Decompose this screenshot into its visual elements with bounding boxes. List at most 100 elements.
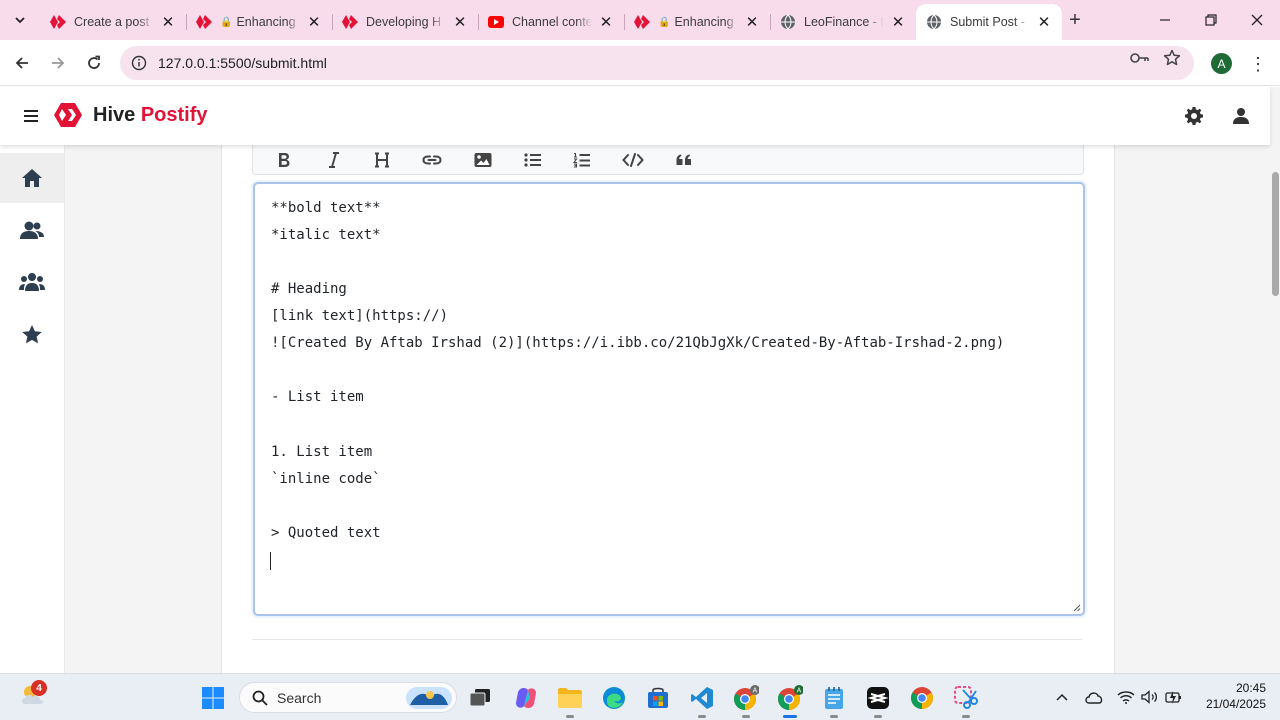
hive-logo-icon: [54, 103, 82, 127]
browser-tab[interactable]: Create a post ✕: [40, 4, 186, 40]
bold-button[interactable]: [269, 145, 299, 175]
link-button[interactable]: [417, 145, 447, 175]
numbered-list-button[interactable]: [567, 145, 597, 175]
snipping-tool-icon: [954, 686, 978, 709]
close-icon[interactable]: ✕: [1036, 14, 1052, 31]
battery-button[interactable]: [1164, 687, 1184, 707]
url-text: 127.0.0.1:5500/submit.html: [158, 55, 327, 71]
taskbar-app-copilot[interactable]: [511, 683, 541, 713]
quote-icon: [676, 154, 691, 165]
windows-logo-icon: [202, 687, 224, 709]
network-button[interactable]: [1116, 687, 1136, 707]
password-key-icon[interactable]: [1130, 48, 1150, 68]
capcut-icon: [867, 687, 889, 709]
browser-tab[interactable]: 🔒 Enhancing ✕: [624, 4, 770, 40]
profile-avatar[interactable]: A: [1211, 53, 1232, 74]
app-header: Hive Postify: [0, 87, 1270, 145]
hive-icon: [50, 14, 66, 30]
tab-title: LeoFinance - I: [804, 15, 884, 29]
close-icon[interactable]: ✕: [598, 14, 614, 31]
taskbar-app-chrome-profile[interactable]: A: [731, 683, 761, 718]
taskbar-app-capcut[interactable]: [863, 683, 893, 718]
bulleted-list-button[interactable]: [518, 145, 548, 175]
taskbar-app-chrome-active[interactable]: A: [775, 683, 805, 718]
close-icon[interactable]: ✕: [452, 14, 468, 31]
resize-handle-icon[interactable]: [1073, 604, 1081, 612]
taskbar-app-notepad[interactable]: [819, 683, 849, 718]
tab-search-button[interactable]: [8, 8, 32, 32]
site-info-icon[interactable]: [122, 55, 156, 71]
chrome-icon: A: [734, 685, 759, 710]
start-button[interactable]: [198, 683, 228, 713]
taskbar-app-store[interactable]: [643, 683, 673, 713]
nav-friends[interactable]: [0, 205, 64, 255]
nav-communities[interactable]: [0, 257, 64, 307]
system-clock[interactable]: 20:45 21/04/2025: [1196, 680, 1266, 712]
restore-button[interactable]: [1188, 0, 1234, 40]
close-icon[interactable]: ✕: [890, 14, 906, 31]
taskbar-app-chrome[interactable]: [907, 683, 937, 713]
close-icon[interactable]: ✕: [160, 14, 176, 31]
notification-badge: 4: [31, 680, 47, 696]
user-account-button[interactable]: [1229, 104, 1253, 128]
browser-tab-active[interactable]: Submit Post - ✕: [916, 4, 1062, 40]
taskbar-app-vscode[interactable]: [687, 683, 717, 718]
editor-line: # Heading: [271, 281, 347, 297]
hive-icon: [196, 14, 212, 30]
nav-favorites[interactable]: [0, 309, 64, 359]
taskbar-app-task-view[interactable]: [465, 683, 495, 713]
vscode-icon: [691, 687, 713, 709]
tab-title: Enhancing: [674, 15, 734, 29]
star-icon[interactable]: [1162, 48, 1182, 68]
show-hidden-icons-button[interactable]: [1052, 687, 1072, 707]
close-window-button[interactable]: [1234, 0, 1280, 40]
menu-toggle-button[interactable]: [20, 105, 42, 127]
more-menu-icon[interactable]: ⋮: [1246, 52, 1270, 76]
search-highlight-icon: [406, 687, 452, 709]
editor-line: `inline code`: [271, 471, 381, 487]
home-icon: [22, 169, 42, 187]
task-view-icon: [469, 689, 490, 707]
address-bar[interactable]: 127.0.0.1:5500/submit.html: [120, 46, 1194, 80]
page-scrollbar-thumb[interactable]: [1272, 172, 1279, 296]
battery-charging-icon: [1165, 691, 1181, 704]
editor-line: ![Created By Aftab Irshad (2)](https://i…: [271, 335, 1005, 351]
app-logo[interactable]: Hive Postify: [53, 102, 208, 128]
hive-icon: [634, 14, 650, 30]
running-indicator: [566, 715, 574, 718]
post-editor-card: **bold text** *italic text* # Heading [l…: [221, 145, 1115, 673]
bulleted-list-icon: [524, 153, 541, 167]
reload-button[interactable]: [80, 49, 108, 77]
nav-home[interactable]: [0, 153, 64, 203]
copilot-icon: [516, 687, 536, 709]
minimize-button[interactable]: [1142, 0, 1188, 40]
numbered-list-icon: [573, 152, 590, 168]
quote-button[interactable]: [669, 145, 699, 175]
image-button[interactable]: [468, 145, 498, 175]
search-placeholder: Search: [277, 689, 322, 706]
onedrive-button[interactable]: [1084, 687, 1104, 707]
group-icon: [19, 273, 45, 291]
taskbar-app-file-explorer[interactable]: [555, 683, 585, 718]
browser-tab[interactable]: LeoFinance - I ✕: [770, 4, 916, 40]
code-icon: [622, 153, 644, 167]
markdown-editor-textarea[interactable]: **bold text** *italic text* # Heading [l…: [253, 182, 1085, 616]
taskbar-search-box[interactable]: Search: [239, 682, 457, 713]
store-icon: [648, 687, 668, 708]
italic-button[interactable]: [319, 145, 349, 175]
heading-button[interactable]: [367, 145, 397, 175]
back-button[interactable]: [8, 49, 36, 77]
forward-button[interactable]: [44, 49, 72, 77]
browser-tab[interactable]: 🔒 Enhancing H ✕: [186, 4, 332, 40]
close-icon[interactable]: ✕: [306, 14, 322, 31]
volume-button[interactable]: [1140, 687, 1160, 707]
editor-line: **bold text**: [271, 200, 381, 216]
code-button[interactable]: [618, 145, 648, 175]
close-icon[interactable]: ✕: [744, 14, 760, 31]
settings-button[interactable]: [1182, 104, 1206, 128]
new-tab-button[interactable]: +: [1064, 9, 1086, 31]
browser-tab[interactable]: Channel conte ✕: [478, 4, 624, 40]
browser-tab[interactable]: Developing H ✕: [332, 4, 478, 40]
taskbar-app-edge[interactable]: [599, 683, 629, 713]
taskbar-app-snipping-tool[interactable]: [951, 683, 981, 718]
